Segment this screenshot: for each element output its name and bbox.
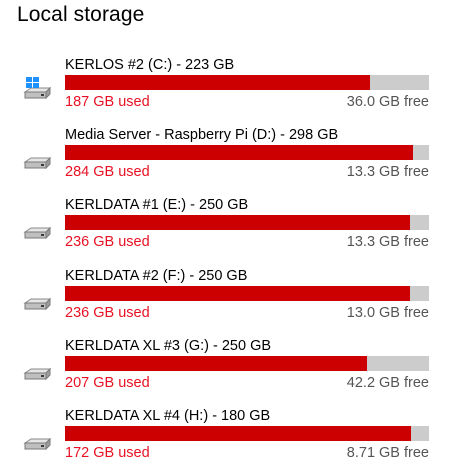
- usage-bar: [65, 426, 429, 441]
- free-space-label: 42.2 GB free: [346, 375, 429, 391]
- hard-drive-icon: [22, 288, 52, 314]
- used-space-label: 172 GB used: [65, 445, 150, 461]
- drive-item[interactable]: KERLDATA #1 (E:) - 250 GB 236 GB used 13.3…: [0, 197, 474, 257]
- used-space-label: 236 GB used: [65, 234, 150, 250]
- usage-bar: [65, 356, 429, 371]
- drive-name: KERLDATA #2 (F:) - 250 GB: [65, 268, 248, 284]
- usage-bar-fill: [65, 286, 411, 301]
- usage-bar-fill: [65, 145, 413, 160]
- usage-bar: [65, 75, 429, 90]
- drive-item[interactable]: Media Server - Raspberry Pi (D:) - 298 G…: [0, 127, 474, 187]
- usage-bar-fill: [65, 75, 371, 90]
- usage-bar: [65, 215, 429, 230]
- free-space-label: 13.3 GB free: [346, 234, 429, 250]
- usage-bar: [65, 286, 429, 301]
- free-space-label: 13.3 GB free: [346, 164, 429, 180]
- drive-name: KERLDATA #1 (E:) - 250 GB: [65, 197, 249, 213]
- drive-name: Media Server - Raspberry Pi (D:) - 298 G…: [65, 127, 339, 143]
- drive-item[interactable]: KERLDATA #2 (F:) - 250 GB 236 GB used 13.0…: [0, 268, 474, 328]
- windows-drive-icon: [22, 77, 52, 103]
- hard-drive-icon: [22, 217, 52, 243]
- usage-bar-fill: [65, 426, 412, 441]
- usage-bar-fill: [65, 215, 410, 230]
- usage-bar-fill: [65, 356, 368, 371]
- drive-name: KERLOS #2 (C:) - 223 GB: [65, 57, 235, 73]
- hard-drive-icon: [22, 147, 52, 173]
- free-space-label: 36.0 GB free: [346, 94, 429, 110]
- used-space-label: 187 GB used: [65, 94, 150, 110]
- used-space-label: 207 GB used: [65, 375, 150, 391]
- page-title: Local storage: [17, 3, 145, 26]
- free-space-label: 8.71 GB free: [346, 445, 429, 461]
- hard-drive-icon: [22, 358, 52, 384]
- usage-bar: [65, 145, 429, 160]
- used-space-label: 284 GB used: [65, 164, 150, 180]
- used-space-label: 236 GB used: [65, 305, 150, 321]
- drive-name: KERLDATA XL #3 (G:) - 250 GB: [65, 338, 272, 354]
- drive-item[interactable]: KERLOS #2 (C:) - 223 GB 187 GB used 36.0 G…: [0, 57, 474, 117]
- hard-drive-icon: [22, 428, 52, 454]
- drive-item[interactable]: KERLDATA XL #3 (G:) - 250 GB 207 GB used 4…: [0, 338, 474, 398]
- drive-name: KERLDATA XL #4 (H:) - 180 GB: [65, 408, 271, 424]
- free-space-label: 13.0 GB free: [346, 305, 429, 321]
- drive-item[interactable]: KERLDATA XL #4 (H:) - 180 GB 172 GB used 8…: [0, 408, 474, 468]
